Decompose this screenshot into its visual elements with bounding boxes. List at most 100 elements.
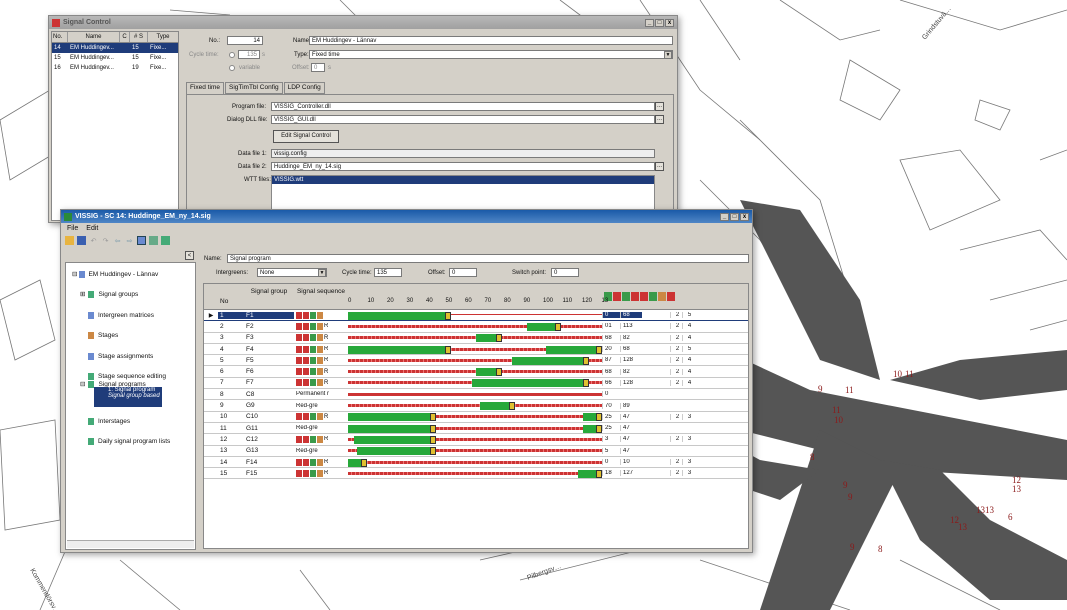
signal-sequence-cell[interactable]: R bbox=[294, 458, 348, 466]
time-value-cell[interactable]: 3 bbox=[682, 436, 694, 443]
tab-sigtimtbl[interactable]: SigTimTbl Config bbox=[224, 82, 283, 94]
time-value-cell[interactable]: 82 bbox=[620, 334, 642, 341]
chevron-down-icon[interactable]: ▼ bbox=[318, 269, 326, 277]
col-header[interactable]: # S bbox=[130, 32, 148, 42]
col-header[interactable]: No. bbox=[52, 32, 68, 42]
time-value-cell[interactable]: 128 bbox=[620, 357, 642, 364]
time-value-cell[interactable]: 0 bbox=[602, 391, 620, 398]
table-row[interactable]: 9 G9 Red-gre 70 89 bbox=[204, 400, 748, 412]
expand-icon[interactable]: ⊞ bbox=[80, 290, 85, 298]
green-phase-bar[interactable] bbox=[353, 435, 437, 444]
timeline-cell[interactable] bbox=[348, 400, 602, 411]
time-value-cell[interactable]: 68 bbox=[620, 312, 642, 319]
cycle-time-field[interactable]: 135 bbox=[374, 268, 402, 277]
timeline-cell[interactable] bbox=[348, 366, 602, 377]
program-name-field[interactable]: Signal program bbox=[227, 254, 749, 263]
col-signal-group[interactable]: Signal group bbox=[244, 284, 294, 309]
signal-sequence-cell[interactable]: R bbox=[294, 356, 348, 364]
close-button[interactable]: x bbox=[665, 18, 674, 27]
signal-state-icon[interactable] bbox=[667, 292, 675, 301]
green-phase-bar[interactable] bbox=[348, 311, 452, 320]
data-file-1-field[interactable]: vissig.config bbox=[271, 149, 655, 158]
grid-icon[interactable] bbox=[137, 236, 146, 245]
col-signal-sequence[interactable]: Signal sequence bbox=[294, 284, 348, 309]
col-no[interactable]: No bbox=[218, 284, 244, 309]
time-value-cell[interactable]: 66 bbox=[602, 379, 620, 386]
time-value-cell[interactable]: 2 bbox=[670, 379, 682, 386]
browse-button[interactable]: ... bbox=[655, 102, 664, 111]
tab-fixed-time[interactable]: Fixed time bbox=[186, 82, 224, 94]
timeline-cell[interactable] bbox=[348, 355, 602, 366]
time-value-cell[interactable]: 2 bbox=[670, 323, 682, 330]
table-row[interactable]: 13 G13 Red-gre 5 47 bbox=[204, 445, 748, 457]
data-file-2-field[interactable]: Huddinge_EM_ny_14.sig bbox=[271, 162, 655, 171]
signal-sequence-cell[interactable]: R bbox=[294, 345, 348, 353]
time-value-cell[interactable]: 25 bbox=[602, 413, 620, 420]
table-row[interactable]: 4 F4 R 20 68 2 5 bbox=[204, 343, 748, 356]
table-row[interactable]: 11 G11 Red-gre 25 47 bbox=[204, 422, 748, 435]
list-item[interactable]: 16 EM Huddingev... 19 Fixe... bbox=[52, 63, 178, 73]
time-value-cell[interactable]: 4 bbox=[682, 379, 694, 386]
minimize-button[interactable]: _ bbox=[720, 212, 729, 221]
time-value-cell[interactable]: 47 bbox=[620, 425, 642, 432]
tree-item[interactable]: ⊞ Signal groups bbox=[80, 290, 138, 298]
signal-sequence-cell[interactable]: R bbox=[294, 368, 348, 376]
list-item[interactable]: 15 EM Huddingev... 15 Fixe... bbox=[52, 53, 178, 63]
time-value-cell[interactable]: 5 bbox=[682, 346, 694, 353]
table-row[interactable]: ▶ 1 F1 0 68 2 5 bbox=[204, 310, 748, 322]
list-item[interactable]: 14 EM Huddingev... 15 Fixe... bbox=[52, 43, 178, 53]
signal-sequence-cell[interactable]: R bbox=[294, 469, 348, 477]
tree-item[interactable]: Stages bbox=[88, 332, 118, 339]
signal-state-icon[interactable] bbox=[640, 292, 648, 301]
table-row[interactable]: 3 F3 R 68 82 2 4 bbox=[204, 332, 748, 344]
maximize-button[interactable]: □ bbox=[730, 212, 739, 221]
back-icon[interactable]: ⇦ bbox=[113, 236, 122, 245]
save-icon[interactable] bbox=[77, 236, 86, 245]
expand-icon[interactable]: ⊟ bbox=[72, 270, 77, 278]
minimize-button[interactable]: _ bbox=[645, 18, 654, 27]
time-value-cell[interactable]: 2 bbox=[670, 334, 682, 341]
tree-item[interactable]: Interstages bbox=[88, 418, 130, 425]
tree-root[interactable]: ⊟ EM Huddingev - Lännav bbox=[72, 270, 158, 278]
matrix-icon[interactable] bbox=[149, 236, 158, 245]
timeline-cell[interactable] bbox=[348, 344, 602, 355]
table-row[interactable]: 14 F14 R 0 10 2 3 bbox=[204, 456, 748, 469]
time-value-cell[interactable]: 20 bbox=[602, 346, 620, 353]
time-value-cell[interactable]: 2 bbox=[670, 470, 682, 477]
table-row[interactable]: 10 C10 R 25 47 2 3 bbox=[204, 411, 748, 423]
maximize-button[interactable]: □ bbox=[655, 18, 664, 27]
timeline-cell[interactable] bbox=[348, 434, 602, 445]
col-header[interactable]: Type bbox=[148, 32, 178, 42]
col-header[interactable]: C bbox=[120, 32, 130, 42]
time-value-cell[interactable]: 10 bbox=[620, 459, 642, 465]
col-header[interactable]: Name bbox=[68, 32, 120, 42]
radio-fixed[interactable] bbox=[229, 52, 235, 58]
time-value-cell[interactable]: 0 bbox=[602, 459, 620, 465]
signal-sequence-cell[interactable]: R bbox=[294, 413, 348, 421]
green-phase-bar[interactable] bbox=[348, 345, 452, 354]
type-select[interactable]: Fixed time bbox=[309, 50, 673, 59]
tree-item[interactable]: Stage sequence editing bbox=[88, 373, 166, 380]
timeline-cell[interactable] bbox=[348, 411, 602, 422]
green-phase-bar[interactable] bbox=[545, 345, 602, 354]
forward-icon[interactable]: ⇨ bbox=[125, 236, 134, 245]
time-value-cell[interactable]: 01 bbox=[602, 323, 620, 330]
time-value-cell[interactable]: 47 bbox=[620, 413, 642, 420]
time-value-cell[interactable]: 68 bbox=[602, 368, 620, 375]
undo-icon[interactable]: ↶ bbox=[89, 236, 98, 245]
table-row[interactable]: 7 F7 R 66 128 2 4 bbox=[204, 377, 748, 390]
offset-field[interactable]: 0 bbox=[311, 63, 325, 72]
tree-item[interactable]: Daily signal program lists bbox=[88, 438, 170, 445]
timeline-cell[interactable] bbox=[348, 377, 602, 388]
chevron-down-icon[interactable]: ▼ bbox=[664, 51, 672, 59]
table-row[interactable]: 5 F5 R 87 128 2 4 bbox=[204, 355, 748, 367]
tree-item[interactable]: Stage assignments bbox=[88, 353, 153, 360]
time-value-cell[interactable]: 2 bbox=[670, 312, 682, 319]
time-value-cell[interactable]: 2 bbox=[670, 368, 682, 375]
tab-ldp[interactable]: LDP Config bbox=[283, 82, 325, 94]
offset-field[interactable]: 0 bbox=[449, 268, 477, 277]
signal-state-icon[interactable] bbox=[649, 292, 657, 301]
time-value-cell[interactable]: 89 bbox=[620, 402, 642, 409]
name-field[interactable]: EM Huddingev - Lännav bbox=[309, 36, 673, 45]
signal-sequence-cell[interactable]: R bbox=[294, 322, 348, 330]
